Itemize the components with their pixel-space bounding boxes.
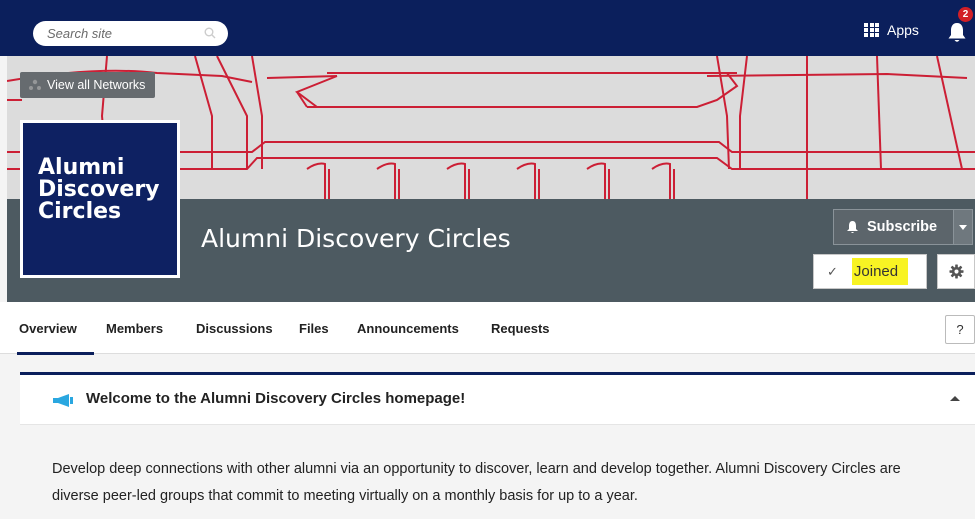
- apps-menu-button[interactable]: Apps: [864, 22, 919, 38]
- tab-members[interactable]: Members: [106, 321, 163, 336]
- tab-requests[interactable]: Requests: [491, 321, 550, 336]
- view-all-networks-label: View all Networks: [47, 78, 146, 92]
- check-icon: ✓: [827, 263, 838, 279]
- bell-icon[interactable]: [946, 20, 968, 44]
- tab-overview[interactable]: Overview: [17, 321, 94, 355]
- gear-icon: [948, 264, 964, 279]
- group-tabs: Overview Members Discussions Files Annou…: [0, 302, 975, 355]
- subscribe-dropdown-toggle[interactable]: [953, 209, 973, 245]
- subscribe-split-button: Subscribe: [833, 209, 973, 245]
- group-logo: Alumni Discovery Circles: [20, 120, 180, 278]
- bell-icon: [847, 221, 858, 233]
- apps-label: Apps: [887, 22, 919, 38]
- joined-button[interactable]: ✓ Joined: [813, 254, 927, 289]
- welcome-title: Welcome to the Alumni Discovery Circles …: [86, 390, 466, 407]
- view-all-networks-button[interactable]: View all Networks: [20, 72, 156, 98]
- search-input[interactable]: [33, 21, 193, 46]
- tab-discussions[interactable]: Discussions: [196, 321, 273, 336]
- welcome-card: Welcome to the Alumni Discovery Circles …: [20, 372, 975, 519]
- tab-files[interactable]: Files: [299, 321, 329, 336]
- help-button[interactable]: ?: [945, 315, 975, 344]
- tab-announcements[interactable]: Announcements: [357, 321, 459, 336]
- settings-button[interactable]: [937, 254, 975, 289]
- top-nav-bar: Apps 2: [0, 0, 975, 56]
- subscribe-label: Subscribe: [867, 219, 938, 235]
- notification-count-badge: 2: [958, 7, 973, 22]
- megaphone-icon: [53, 394, 73, 407]
- chevron-down-icon: [959, 224, 967, 230]
- apps-grid-icon: [864, 23, 879, 37]
- group-logo-text: Alumni Discovery Circles: [23, 123, 177, 275]
- collapse-arrow-icon[interactable]: [948, 392, 962, 406]
- search-icon[interactable]: [204, 27, 216, 39]
- welcome-card-header: Welcome to the Alumni Discovery Circles …: [20, 375, 975, 425]
- subscribe-button[interactable]: Subscribe: [833, 209, 953, 245]
- group-title: Alumni Discovery Circles: [201, 224, 511, 253]
- search-box: [33, 21, 228, 46]
- network-icon: [29, 79, 41, 90]
- joined-label: Joined: [851, 258, 909, 285]
- welcome-body: Develop deep connections with other alum…: [52, 461, 901, 504]
